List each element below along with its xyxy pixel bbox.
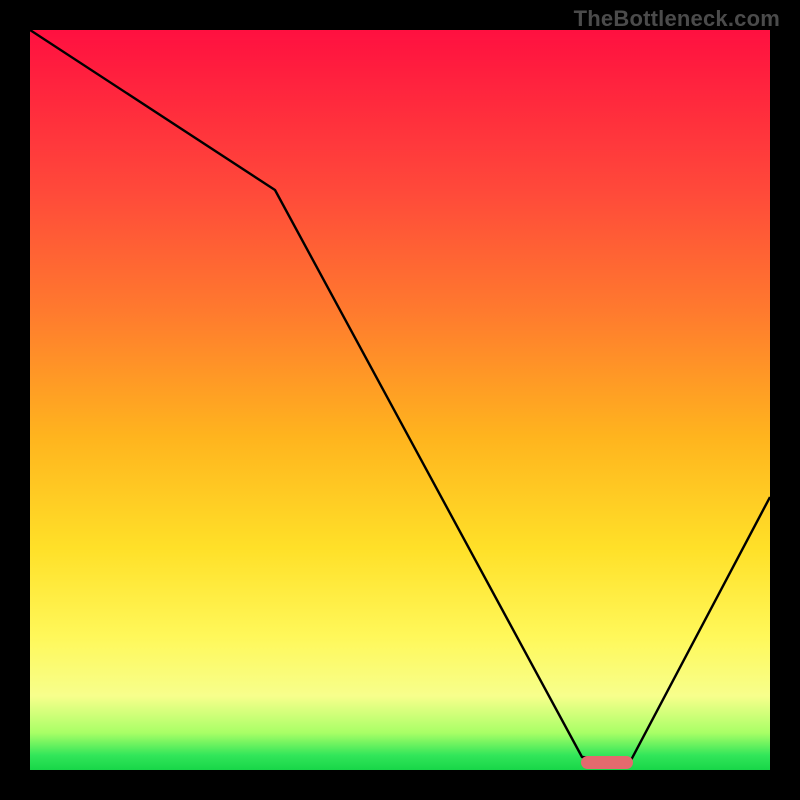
optimum-marker <box>581 756 633 769</box>
plot-area <box>30 30 770 770</box>
bottleneck-curve <box>30 30 770 770</box>
curve-path <box>30 30 770 762</box>
chart-stage: TheBottleneck.com <box>0 0 800 800</box>
watermark-text: TheBottleneck.com <box>574 6 780 32</box>
